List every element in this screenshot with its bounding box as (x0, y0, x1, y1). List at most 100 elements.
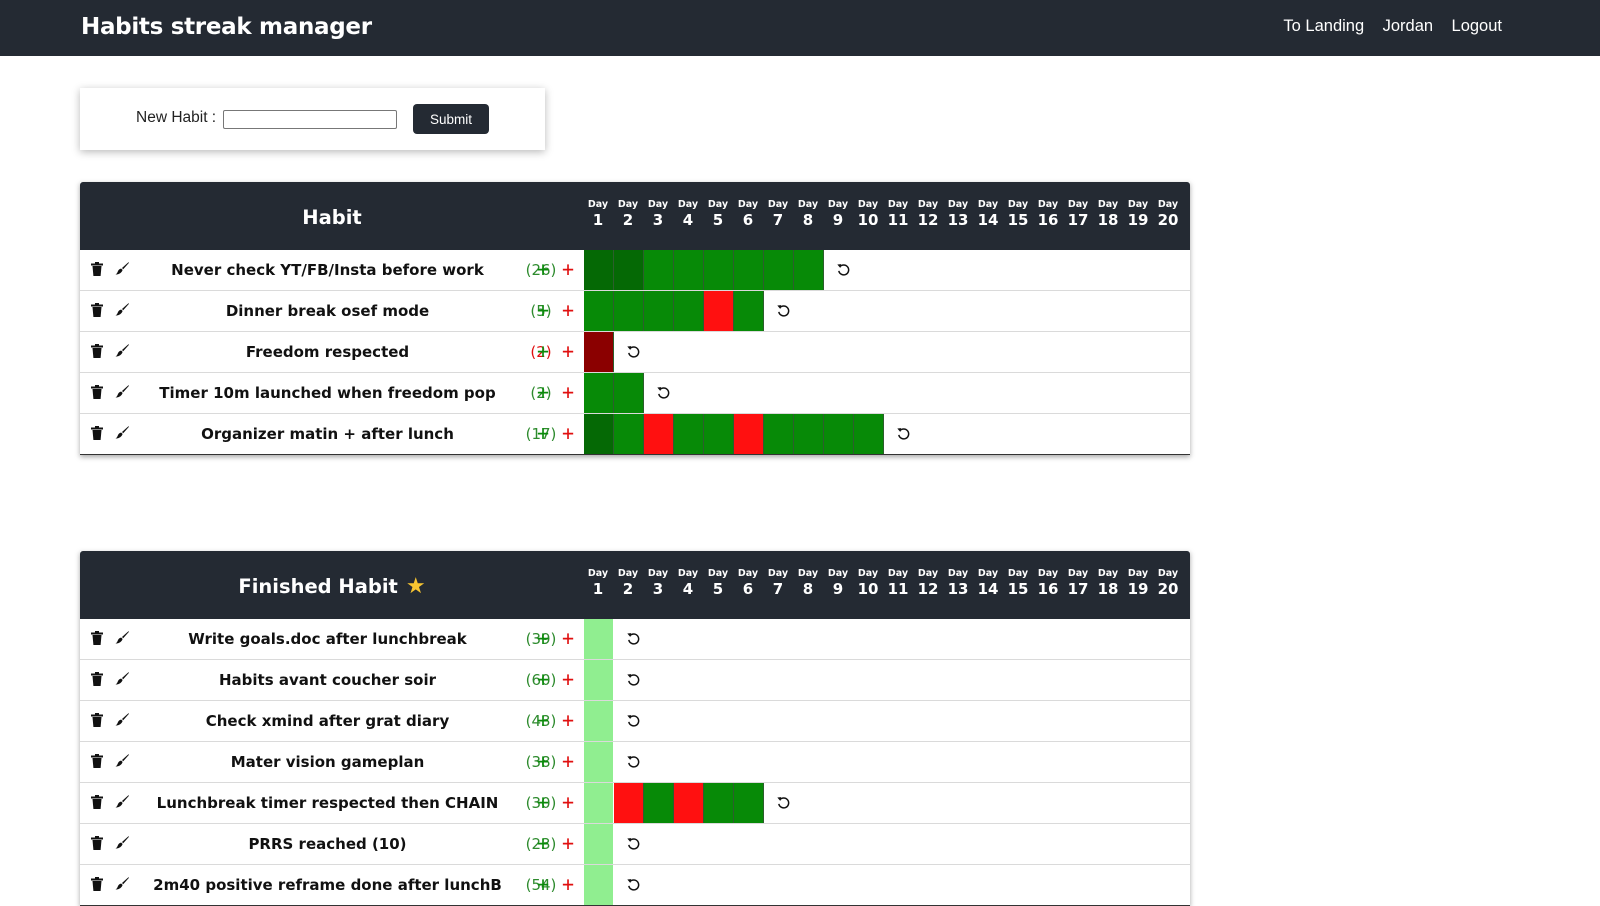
day-number: 18 (1097, 211, 1119, 229)
brush-icon[interactable] (114, 343, 130, 359)
add-fail-button[interactable]: + (562, 250, 574, 288)
add-success-button[interactable]: + (537, 824, 549, 862)
add-fail-button[interactable]: + (562, 619, 574, 657)
day-word: Day (737, 199, 759, 210)
undo-icon[interactable] (656, 385, 671, 400)
undo-icon[interactable] (626, 631, 641, 646)
finished-table-title: Finished Habit ★ (80, 551, 584, 623)
undo-icon[interactable] (626, 672, 641, 687)
add-fail-button[interactable]: + (562, 742, 574, 780)
undo-icon[interactable] (626, 713, 641, 728)
day-column-header: Day 1 (583, 198, 613, 229)
day-number: 7 (772, 580, 784, 598)
brush-icon[interactable] (114, 835, 130, 851)
trash-icon[interactable] (89, 343, 105, 359)
new-habit-input[interactable] (223, 110, 397, 129)
add-success-button[interactable]: + (537, 414, 549, 452)
day-number: 3 (652, 580, 664, 598)
day-word: Day (677, 199, 699, 210)
day-cell-done (674, 414, 704, 454)
day-word: Day (737, 568, 759, 579)
day-cell-done_first (584, 414, 614, 454)
trash-icon[interactable] (89, 671, 105, 687)
trash-icon[interactable] (89, 630, 105, 646)
brush-icon[interactable] (114, 630, 130, 646)
brush-icon[interactable] (114, 753, 130, 769)
day-cell-done (734, 250, 764, 290)
day-number: 11 (887, 580, 909, 598)
day-cell-done (764, 250, 794, 290)
day-cell-finished (584, 783, 613, 823)
brush-icon[interactable] (114, 876, 130, 892)
undo-icon[interactable] (776, 795, 791, 810)
add-fail-button[interactable]: + (562, 701, 574, 739)
add-fail-button[interactable]: + (562, 414, 574, 452)
day-word: Day (947, 199, 969, 210)
brush-icon[interactable] (114, 671, 130, 687)
add-fail-button[interactable]: + (562, 332, 574, 370)
trash-icon[interactable] (89, 302, 105, 318)
day-number: 11 (887, 211, 909, 229)
trash-icon[interactable] (89, 712, 105, 728)
day-number: 15 (1007, 211, 1029, 229)
undo-icon[interactable] (896, 426, 911, 441)
trash-icon[interactable] (89, 384, 105, 400)
nav-link-logout[interactable]: Logout (1452, 17, 1502, 35)
day-column-header: Day 18 (1093, 198, 1123, 229)
add-fail-button[interactable]: + (562, 373, 574, 411)
day-cell-done (734, 783, 764, 823)
undo-icon[interactable] (776, 303, 791, 318)
undo-icon[interactable] (626, 344, 641, 359)
undo-icon[interactable] (626, 877, 641, 892)
add-fail-button[interactable]: + (562, 660, 574, 698)
day-cell-failed (644, 414, 674, 454)
day-column-header: Day 12 (913, 198, 943, 229)
add-success-button[interactable]: + (537, 783, 549, 821)
undo-icon[interactable] (626, 836, 641, 851)
brush-icon[interactable] (114, 302, 130, 318)
add-fail-button[interactable]: + (562, 291, 574, 329)
brush-icon[interactable] (114, 794, 130, 810)
day-word: Day (1097, 568, 1119, 579)
trash-icon[interactable] (89, 835, 105, 851)
add-success-button[interactable]: + (537, 619, 549, 657)
add-fail-button[interactable]: + (562, 824, 574, 862)
trash-icon[interactable] (89, 753, 105, 769)
undo-icon[interactable] (836, 262, 851, 277)
add-success-button[interactable]: + (537, 660, 549, 698)
day-column-header: Day 10 (853, 567, 883, 598)
add-success-button[interactable]: + (537, 291, 549, 329)
brush-icon[interactable] (114, 425, 130, 441)
trash-icon[interactable] (89, 876, 105, 892)
day-cell-done (614, 373, 644, 413)
add-success-button[interactable]: + (537, 701, 549, 739)
add-fail-button[interactable]: + (562, 783, 574, 821)
add-fail-button[interactable]: + (562, 865, 574, 903)
finished-title-text: Finished Habit (238, 575, 398, 598)
day-number: 20 (1157, 211, 1179, 229)
trash-icon[interactable] (89, 425, 105, 441)
add-success-button[interactable]: + (537, 742, 549, 780)
brush-icon[interactable] (114, 261, 130, 277)
nav-link-landing[interactable]: To Landing (1283, 17, 1364, 35)
nav-link-user[interactable]: Jordan (1383, 17, 1433, 35)
day-column-header: Day 14 (973, 198, 1003, 229)
trash-icon[interactable] (89, 794, 105, 810)
day-number: 9 (832, 580, 844, 598)
day-number: 1 (592, 580, 604, 598)
add-success-button[interactable]: + (537, 332, 549, 370)
brush-icon[interactable] (114, 712, 130, 728)
submit-button[interactable]: Submit (413, 104, 489, 134)
day-column-header: Day 15 (1003, 567, 1033, 598)
brush-icon[interactable] (114, 384, 130, 400)
day-cell-done (854, 414, 884, 454)
habit-row: Freedom respected (2) + + (80, 332, 1190, 373)
day-column-header: Day 17 (1063, 567, 1093, 598)
trash-icon[interactable] (89, 261, 105, 277)
add-success-button[interactable]: + (537, 250, 549, 288)
add-success-button[interactable]: + (537, 373, 549, 411)
day-word: Day (797, 199, 819, 210)
add-success-button[interactable]: + (537, 865, 549, 903)
undo-icon[interactable] (626, 754, 641, 769)
app-title[interactable]: Habits streak manager (81, 14, 372, 40)
